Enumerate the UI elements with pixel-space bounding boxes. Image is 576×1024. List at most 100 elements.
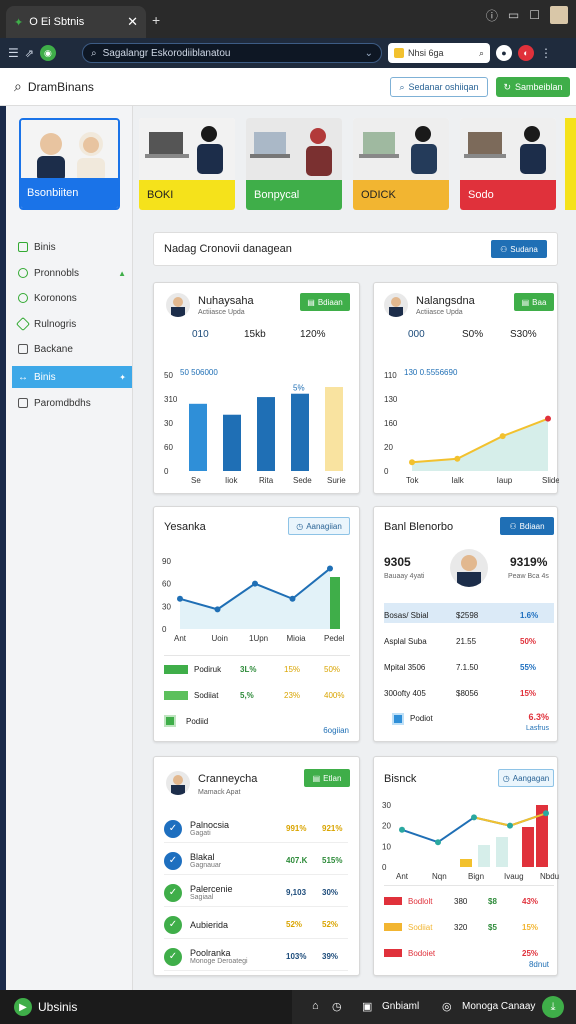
clock-icon: ◷ [502,773,510,783]
timer-icon[interactable]: ◷ [332,1000,342,1013]
page-search-input[interactable]: Nhsi 6ga ⌕ [387,43,490,63]
row-label: Bosas/ Sbial [384,610,429,620]
tab-favicon-icon: ✦ [14,16,24,29]
new-tab-icon[interactable]: + [152,12,160,28]
data-point [252,580,258,587]
stat-value: 000 [408,329,425,340]
sidebar-item-binis-active[interactable]: ↔ Binis ✦ [12,366,132,388]
site-logo-icon[interactable]: ◉ [39,45,56,61]
panel-action-button[interactable]: ▤ Etlan [304,769,350,787]
taskbar: ▶ Ubsinis ⌂ ◷ ▣ Gnbiaml ◎ Monoga Canaay … [0,990,576,1024]
y-tick-label: 20 [384,443,393,452]
profile-icon[interactable]: ◐ [517,45,534,61]
bar-chart: 50 310 30 60 0 50 506000 Se Iiok Rita Sede 5% Surie [164,368,346,485]
legend-value: 5,% [240,690,254,700]
panel-footer[interactable]: 6ogiian [323,726,349,735]
tile-label: ODICK [353,180,449,210]
panel-action-button[interactable]: ⚇ Bdiaan [500,517,554,535]
panel-title: Banl Blenorbo [384,521,454,533]
table-row[interactable]: Bosas/ Sbial $2598 1.6% [384,605,554,625]
panel-action-button[interactable]: ◷ Aangagan [498,769,554,787]
list-item[interactable]: ✓ Blakal Gagnauar 407.K 515% [164,847,348,875]
extension-icon[interactable]: ● [495,45,512,61]
taskbar-item-2[interactable]: Monoga Canaay [462,1001,535,1012]
metric-value: 9305 [384,555,411,569]
sidebar-item-label: Paromdbdhs [34,397,91,409]
sidebar-item-pronnobls[interactable]: Pronnobls ▲ [12,262,132,284]
primary-action-button[interactable]: ↻ Sambeiblan [496,77,570,97]
sidebar-item-paromdbdhs[interactable]: Paromdbdhs [12,392,132,414]
share-icon[interactable]: ⇗ [25,47,34,60]
tile-image [353,118,449,180]
x-tick-label: 1Upn [249,634,268,643]
chevron-down-icon[interactable]: ⌄ [365,48,373,59]
item-title: Palercenie [190,884,233,894]
browser-tab[interactable]: ✦ O Ei Sbtnis ✕ [6,6,146,38]
bar [189,403,207,471]
minimize-icon[interactable]: ▭ [508,8,519,22]
panel-action-button[interactable]: ◷ Aanagiian [288,517,350,535]
tile-boki[interactable]: BOKI [139,118,235,210]
panel-action-button[interactable]: ▤ Baa [514,293,554,311]
window-icon[interactable]: ▣ [362,1000,372,1013]
close-tab-icon[interactable]: ✕ [127,14,138,30]
y-tick-label: 30 [162,602,171,611]
metric-subtitle: Bauaay 4yati [384,573,425,580]
table-row[interactable]: Asplal Suba 21.55 50% [384,631,554,651]
app-title: DramBinans [27,79,94,94]
x-tick-label: Slide [542,476,559,485]
item-value: 515% [322,856,343,865]
app-logo-icon[interactable]: ▶ [14,998,32,1016]
panel-action-button[interactable]: ▤ Bdiaan [300,293,350,311]
sidebar-item-koronons[interactable]: Koronons [12,287,132,309]
tile-sodo[interactable]: Sodo [460,118,556,210]
sidebar-item-rulnogris[interactable]: Rulnogris [12,313,132,335]
address-input[interactable]: ⌕ Sagalangr Eskorodiiblanatou ⌄ [81,43,382,63]
info-icon[interactable]: ⓘ [486,7,498,24]
panel-title: Cranneycha [198,773,258,785]
avatar [166,771,190,795]
sidebar-item-backane[interactable]: Backane [12,338,132,360]
section-header-button-label: Sudana [510,244,538,254]
data-point [435,839,441,846]
section-header-button[interactable]: ⚇ Sudana [491,240,547,258]
profile-photo [21,120,118,182]
tile-bonpycal[interactable]: Bonpycal [246,118,342,210]
notification-icon[interactable]: ⤓ [542,996,564,1018]
stat-value: S0% [462,329,484,340]
table-row[interactable]: Mpital 3506 7.1.50 55% [384,657,554,677]
search-icon[interactable]: ⌕ [14,78,22,95]
list-item[interactable]: ✓ Palnocsia Gagati 991% 921% [164,815,348,843]
profile-card[interactable]: Bsonbiiten [19,118,120,210]
data-point [409,459,415,466]
maximize-icon[interactable]: ☐ [529,8,540,22]
tile-label: Sodo [460,180,556,210]
panel-footer[interactable]: 8dnut [529,960,549,969]
user-icon: ⚇ [500,244,508,254]
avatar[interactable] [550,6,568,24]
panel-subtitle: Actiiasce Upda [198,309,245,316]
item-value: 407.K [286,856,308,865]
list-item[interactable]: ✓ Palercenie Sagiaal 9,103 30% [164,879,348,907]
x-tick-label: Ant [396,872,409,881]
taskbar-item-1[interactable]: Gnbiaml [382,1001,419,1012]
globe-icon[interactable]: ◎ [442,1000,452,1013]
list-item[interactable]: ✓ Poolranka Monoge Deroategi 103% 39% [164,943,348,971]
user-icon: ⚇ [509,521,517,531]
panel-action-label: Bdiaan [317,297,343,307]
row-percent: 15% [520,688,537,698]
menu-icon[interactable]: ☰ [8,46,19,60]
home-icon[interactable]: ⌂ [312,1000,319,1012]
list-item[interactable]: ✓ Aubierida 52% 52% [164,911,348,939]
x-tick-label: Uoin [212,634,228,643]
sidebar-item-label: Pronnobls [34,267,80,279]
outline-action-button[interactable]: ⌕ Sedanar oshiiqan [390,77,488,97]
panel-action-label: Bdiaan [519,521,545,531]
y-tick-label: 0 [164,467,169,476]
tab-title: O Ei Sbtnis [29,16,85,28]
more-icon[interactable]: ⋮ [540,46,552,60]
table-row[interactable]: 300ofty 405 $8056 15% [384,683,554,703]
tile-odick[interactable]: ODICK [353,118,449,210]
sidebar-item-binis[interactable]: Binis [12,236,132,258]
legend-row: Sodiiat 320 $5 15% [384,917,554,937]
